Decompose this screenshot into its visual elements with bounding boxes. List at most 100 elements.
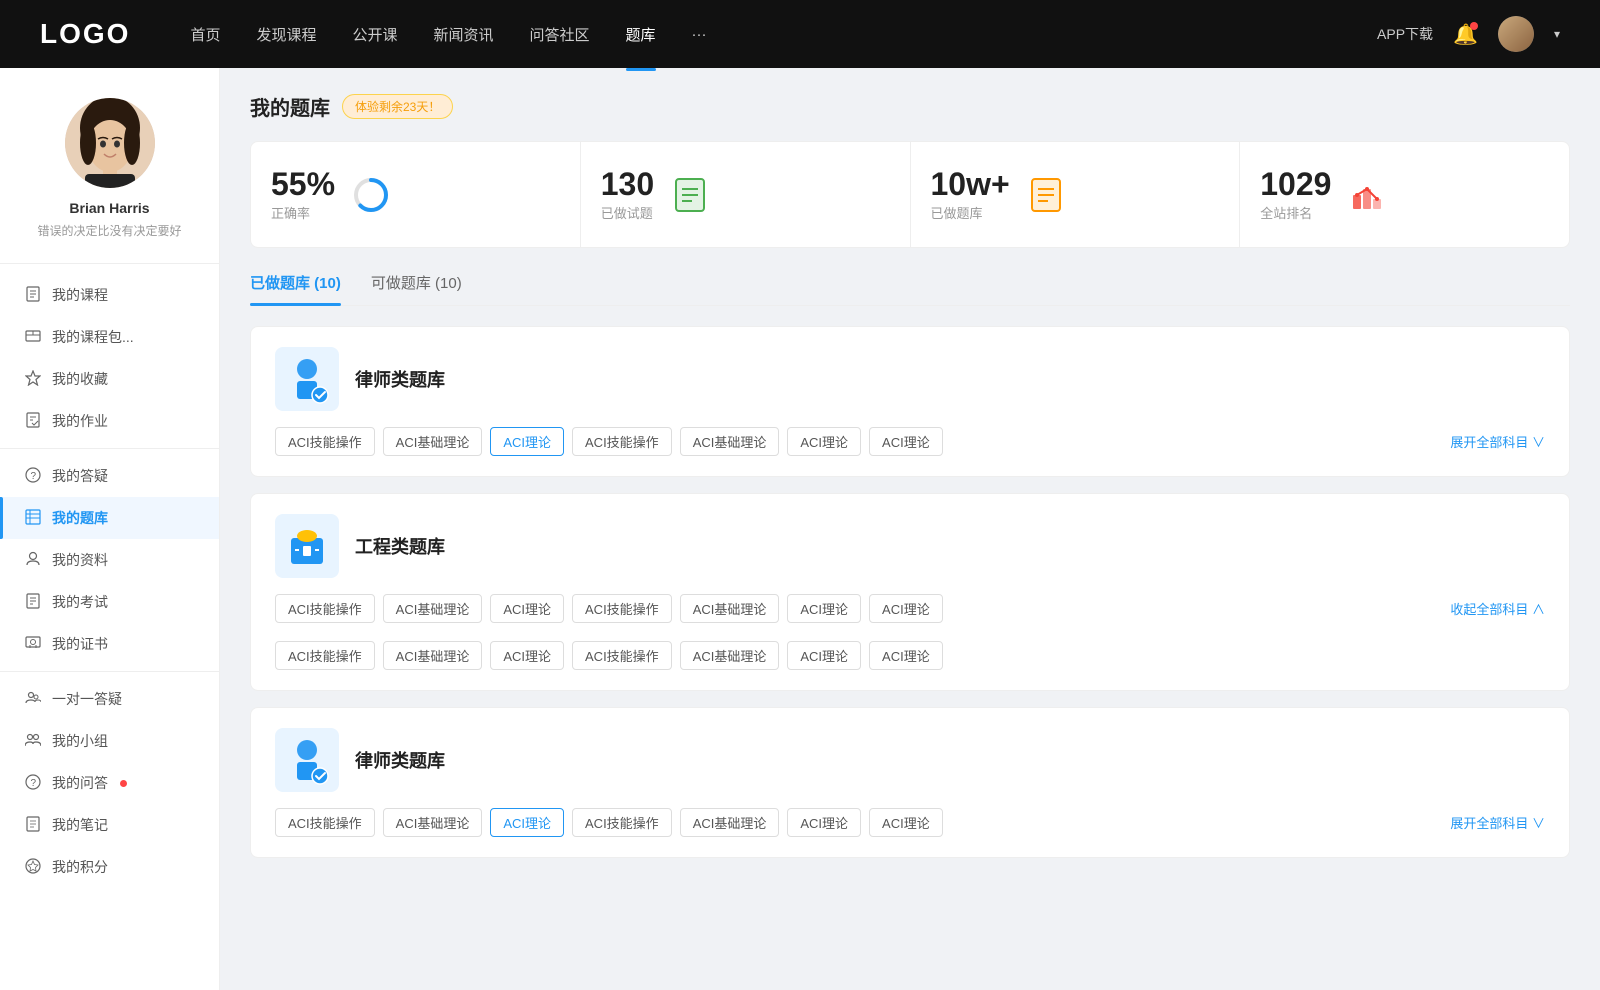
tab-done-banks[interactable]: 已做题库 (10) bbox=[250, 272, 341, 305]
bank-card-header-2: 工程类题库 bbox=[275, 514, 1545, 578]
tag-1-0[interactable]: ACI技能操作 bbox=[275, 594, 375, 623]
sidebar-item-my-qa[interactable]: ? 我的问答 bbox=[0, 762, 219, 804]
stat-rank: 1029 全站排名 bbox=[1240, 142, 1569, 247]
done-banks-label: 已做题库 bbox=[931, 206, 983, 221]
nav-open-course[interactable]: 公开课 bbox=[352, 24, 397, 45]
tab-available-banks[interactable]: 可做题库 (10) bbox=[371, 272, 462, 305]
sidebar-item-qa[interactable]: ? 我的答疑 bbox=[0, 455, 219, 497]
bank-title-3: 律师类题库 bbox=[355, 747, 445, 773]
sidebar-item-profile[interactable]: 我的资料 bbox=[0, 539, 219, 581]
tag-2-3[interactable]: ACI技能操作 bbox=[572, 808, 672, 837]
nav-qa[interactable]: 问答社区 bbox=[530, 24, 590, 45]
trial-badge: 体验剩余23天！ bbox=[342, 94, 453, 119]
tag-0-4[interactable]: ACI基础理论 bbox=[680, 427, 780, 456]
accuracy-icon bbox=[351, 175, 391, 215]
avatar-chevron-icon[interactable]: ▾ bbox=[1554, 27, 1560, 41]
tag2-1-5[interactable]: ACI理论 bbox=[787, 641, 861, 670]
stat-done-banks: 10w+ 已做题库 bbox=[911, 142, 1241, 247]
sidebar-item-my-courses[interactable]: 我的课程 bbox=[0, 274, 219, 316]
sidebar-item-favorites[interactable]: 我的收藏 bbox=[0, 358, 219, 400]
sidebar-item-points[interactable]: 我的积分 bbox=[0, 846, 219, 888]
notification-dot bbox=[1470, 22, 1478, 30]
rank-label: 全站排名 bbox=[1260, 206, 1312, 221]
bank-icon bbox=[24, 509, 42, 528]
qa-notification-dot bbox=[120, 780, 127, 787]
tag-1-3[interactable]: ACI技能操作 bbox=[572, 594, 672, 623]
tag2-1-1[interactable]: ACI基础理论 bbox=[383, 641, 483, 670]
nav-more[interactable]: ··· bbox=[692, 26, 707, 43]
accuracy-label: 正确率 bbox=[271, 206, 310, 221]
rank-value: 1029 bbox=[1260, 166, 1331, 203]
done-questions-label: 已做试题 bbox=[601, 206, 653, 221]
tag-1-6[interactable]: ACI理论 bbox=[869, 594, 943, 623]
tags-row1-2: ACI技能操作ACI基础理论ACI理论ACI技能操作ACI基础理论ACI理论AC… bbox=[275, 808, 1545, 837]
rank-icon bbox=[1347, 175, 1387, 215]
tag-0-1[interactable]: ACI基础理论 bbox=[383, 427, 483, 456]
tag2-1-6[interactable]: ACI理论 bbox=[869, 641, 943, 670]
tags-row1-1: ACI技能操作ACI基础理论ACI理论ACI技能操作ACI基础理论ACI理论AC… bbox=[275, 594, 1545, 623]
sidebar-menu: 我的课程 我的课程包... 我的收藏 我的作业 bbox=[0, 274, 219, 888]
tag-2-1[interactable]: ACI基础理论 bbox=[383, 808, 483, 837]
tags-row1-0: ACI技能操作ACI基础理论ACI理论ACI技能操作ACI基础理论ACI理论AC… bbox=[275, 427, 1545, 456]
app-download[interactable]: APP下载 bbox=[1377, 24, 1433, 44]
tag-1-4[interactable]: ACI基础理论 bbox=[680, 594, 780, 623]
page-title: 我的题库 bbox=[250, 92, 330, 121]
tabs-row: 已做题库 (10) 可做题库 (10) bbox=[250, 272, 1570, 306]
sidebar-item-homework[interactable]: 我的作业 bbox=[0, 400, 219, 442]
expand-link-2[interactable]: 展开全部科目 ∨ bbox=[1450, 813, 1545, 832]
nav-news[interactable]: 新闻资讯 bbox=[434, 24, 494, 45]
tag-0-2[interactable]: ACI理论 bbox=[490, 427, 564, 456]
sidebar-item-exams[interactable]: 我的考试 bbox=[0, 581, 219, 623]
tag-2-2[interactable]: ACI理论 bbox=[490, 808, 564, 837]
tag-0-5[interactable]: ACI理论 bbox=[787, 427, 861, 456]
stats-row: 55% 正确率 130 已做试题 bbox=[250, 141, 1570, 248]
tag-0-3[interactable]: ACI技能操作 bbox=[572, 427, 672, 456]
courses-icon bbox=[24, 286, 42, 305]
tag-1-1[interactable]: ACI基础理论 bbox=[383, 594, 483, 623]
tag-1-5[interactable]: ACI理论 bbox=[787, 594, 861, 623]
stat-done-questions: 130 已做试题 bbox=[581, 142, 911, 247]
sidebar-item-groups[interactable]: 我的小组 bbox=[0, 720, 219, 762]
notification-bell[interactable]: 🔔 bbox=[1453, 22, 1478, 47]
done-banks-icon bbox=[1026, 175, 1066, 215]
sidebar-profile: Brian Harris 错误的决定比没有决定要好 bbox=[0, 98, 219, 264]
sidebar-divider-2 bbox=[0, 671, 219, 672]
stat-accuracy: 55% 正确率 bbox=[251, 142, 581, 247]
bank-card-2: 工程类题库 ACI技能操作ACI基础理论ACI理论ACI技能操作ACI基础理论A… bbox=[250, 493, 1570, 691]
tag-2-0[interactable]: ACI技能操作 bbox=[275, 808, 375, 837]
tag-2-6[interactable]: ACI理论 bbox=[869, 808, 943, 837]
one-on-one-icon bbox=[24, 690, 42, 709]
done-questions-value: 130 bbox=[601, 166, 654, 203]
avatar-image bbox=[1498, 16, 1534, 52]
sidebar-item-certificate[interactable]: 我的证书 bbox=[0, 623, 219, 665]
user-avatar[interactable] bbox=[1498, 16, 1534, 52]
bank-card-header-3: 律师类题库 bbox=[275, 728, 1545, 792]
tag-2-4[interactable]: ACI基础理论 bbox=[680, 808, 780, 837]
page-header: 我的题库 体验剩余23天！ bbox=[250, 92, 1570, 121]
points-icon bbox=[24, 858, 42, 877]
sidebar-item-one-on-one[interactable]: 一对一答疑 bbox=[0, 678, 219, 720]
sidebar-item-question-bank[interactable]: 我的题库 bbox=[0, 497, 219, 539]
tag2-1-4[interactable]: ACI基础理论 bbox=[680, 641, 780, 670]
expand-link-1[interactable]: 收起全部科目 ∧ bbox=[1450, 599, 1545, 618]
tag2-1-0[interactable]: ACI技能操作 bbox=[275, 641, 375, 670]
nav-bank[interactable]: 题库 bbox=[626, 24, 656, 45]
sidebar-item-notes[interactable]: 我的笔记 bbox=[0, 804, 219, 846]
nav-courses[interactable]: 发现课程 bbox=[256, 24, 316, 45]
tag-0-0[interactable]: ACI技能操作 bbox=[275, 427, 375, 456]
nav-home[interactable]: 首页 bbox=[190, 24, 220, 45]
sidebar-avatar bbox=[65, 98, 155, 188]
homework-icon bbox=[24, 412, 42, 431]
navbar: LOGO 首页 发现课程 公开课 新闻资讯 问答社区 题库 ··· APP下载 … bbox=[0, 0, 1600, 68]
svg-text:?: ? bbox=[31, 778, 37, 789]
sidebar-item-course-packages[interactable]: 我的课程包... bbox=[0, 316, 219, 358]
qa-icon: ? bbox=[24, 467, 42, 486]
expand-link-0[interactable]: 展开全部科目 ∨ bbox=[1450, 432, 1545, 451]
tag-1-2[interactable]: ACI理论 bbox=[490, 594, 564, 623]
tag-0-6[interactable]: ACI理论 bbox=[869, 427, 943, 456]
tag2-1-2[interactable]: ACI理论 bbox=[490, 641, 564, 670]
accuracy-value: 55% bbox=[271, 166, 335, 203]
tags-row2-1: ACI技能操作ACI基础理论ACI理论ACI技能操作ACI基础理论ACI理论AC… bbox=[275, 641, 1545, 670]
tag-2-5[interactable]: ACI理论 bbox=[787, 808, 861, 837]
tag2-1-3[interactable]: ACI技能操作 bbox=[572, 641, 672, 670]
